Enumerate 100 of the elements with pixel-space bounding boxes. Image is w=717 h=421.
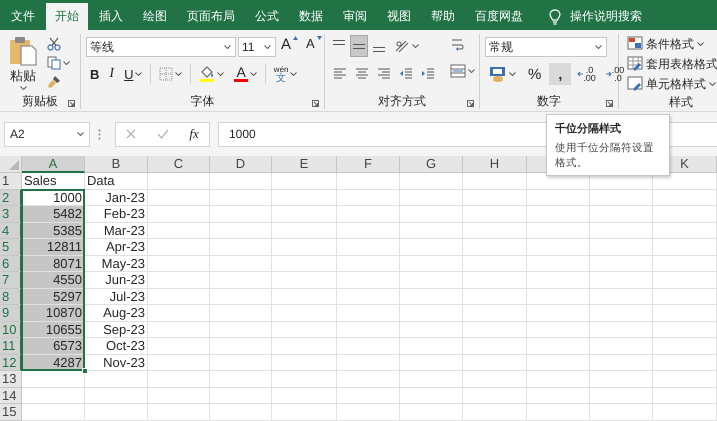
cell[interactable] <box>337 222 400 239</box>
cell[interactable] <box>337 404 400 420</box>
cell[interactable] <box>22 388 85 404</box>
cell[interactable] <box>272 206 337 222</box>
cell[interactable] <box>590 206 653 222</box>
column-header[interactable]: C <box>148 156 210 173</box>
cell[interactable] <box>337 239 400 256</box>
cell[interactable]: 12811 <box>22 239 85 256</box>
cell[interactable]: 10870 <box>22 305 85 322</box>
cell[interactable] <box>527 190 590 206</box>
cell[interactable] <box>210 371 272 388</box>
row-header[interactable]: 1 <box>0 173 22 190</box>
cell[interactable] <box>400 272 463 288</box>
row-header[interactable]: 11 <box>0 338 22 354</box>
column-header[interactable]: D <box>210 156 272 173</box>
cell[interactable] <box>210 272 272 288</box>
cell[interactable] <box>653 272 717 288</box>
cell[interactable] <box>210 322 272 338</box>
bold-button[interactable]: B <box>86 63 104 85</box>
cell[interactable] <box>337 322 400 338</box>
cell[interactable] <box>463 173 527 190</box>
grow-font-button[interactable]: A <box>278 35 302 57</box>
cell[interactable]: Aug-23 <box>85 305 148 322</box>
cell[interactable] <box>148 272 210 288</box>
cell[interactable] <box>210 173 272 190</box>
select-all-button[interactable] <box>0 156 22 173</box>
cell[interactable] <box>210 404 272 420</box>
cell[interactable] <box>400 288 463 305</box>
cell[interactable] <box>590 371 653 388</box>
number-format-field[interactable]: 常规 <box>485 37 607 57</box>
shrink-font-button[interactable]: A <box>303 35 325 57</box>
cell[interactable] <box>272 222 337 239</box>
cell[interactable] <box>148 256 210 272</box>
cell[interactable] <box>272 190 337 206</box>
cell[interactable] <box>590 288 653 305</box>
cell[interactable]: Sep-23 <box>85 322 148 338</box>
cell[interactable] <box>653 288 717 305</box>
row-header[interactable]: 9 <box>0 305 22 322</box>
cell[interactable] <box>653 305 717 322</box>
cell[interactable] <box>527 256 590 272</box>
cell[interactable] <box>590 388 653 404</box>
row-header[interactable]: 7 <box>0 272 22 288</box>
cell[interactable] <box>463 222 527 239</box>
cell[interactable] <box>400 173 463 190</box>
cell[interactable] <box>337 354 400 371</box>
font-name-field[interactable]: 等线 <box>86 37 236 57</box>
cell[interactable] <box>653 239 717 256</box>
ribbon-tab[interactable]: 插入 <box>90 3 132 30</box>
cell[interactable] <box>527 272 590 288</box>
cell[interactable] <box>85 388 148 404</box>
cell[interactable] <box>463 239 527 256</box>
cell[interactable] <box>148 322 210 338</box>
cell[interactable] <box>337 190 400 206</box>
row-header[interactable]: 2 <box>0 190 22 206</box>
cell[interactable]: Jun-23 <box>85 272 148 288</box>
cell[interactable] <box>653 338 717 354</box>
cell[interactable] <box>148 222 210 239</box>
cell[interactable] <box>590 305 653 322</box>
middle-align-button[interactable] <box>350 35 368 57</box>
dialog-launcher-icon[interactable] <box>467 100 474 107</box>
cell[interactable] <box>527 288 590 305</box>
cell[interactable] <box>527 239 590 256</box>
row-header[interactable]: 10 <box>0 322 22 338</box>
cell[interactable] <box>337 338 400 354</box>
cell[interactable] <box>590 256 653 272</box>
comma-style-button[interactable]: , <box>549 63 572 85</box>
cell[interactable] <box>463 206 527 222</box>
cell[interactable] <box>210 305 272 322</box>
ribbon-tab[interactable]: 帮助 <box>422 3 464 30</box>
ribbon-tab[interactable]: 绘图 <box>134 3 176 30</box>
font-color-button[interactable]: A <box>230 63 261 85</box>
cell[interactable] <box>210 388 272 404</box>
cell[interactable] <box>400 190 463 206</box>
cell[interactable] <box>400 338 463 354</box>
cell[interactable] <box>653 256 717 272</box>
fill-handle[interactable] <box>82 368 88 374</box>
ribbon-tab[interactable]: 文件 <box>2 3 44 30</box>
cell[interactable] <box>148 190 210 206</box>
cell[interactable] <box>337 388 400 404</box>
search-button[interactable]: 操作说明搜索 <box>540 3 651 30</box>
percent-button[interactable]: % <box>522 63 548 85</box>
cell[interactable] <box>590 239 653 256</box>
cell[interactable] <box>463 288 527 305</box>
cell[interactable] <box>400 371 463 388</box>
cell[interactable] <box>400 354 463 371</box>
row-header[interactable]: 14 <box>0 388 22 404</box>
ribbon-tab[interactable]: 数据 <box>290 3 332 30</box>
column-header[interactable]: B <box>85 156 148 173</box>
cell[interactable] <box>400 322 463 338</box>
conditional-formatting-button[interactable]: 条件格式 <box>624 34 717 54</box>
cell[interactable] <box>272 371 337 388</box>
cell[interactable] <box>463 256 527 272</box>
cell[interactable] <box>148 354 210 371</box>
cell[interactable] <box>337 371 400 388</box>
cell[interactable]: Mar-23 <box>85 222 148 239</box>
cell[interactable]: Data <box>85 173 148 190</box>
ribbon-tab[interactable]: 百度网盘 <box>466 3 532 30</box>
cell[interactable] <box>148 388 210 404</box>
paste-button[interactable]: 粘贴 <box>5 34 41 90</box>
cell[interactable]: 6573 <box>22 338 85 354</box>
